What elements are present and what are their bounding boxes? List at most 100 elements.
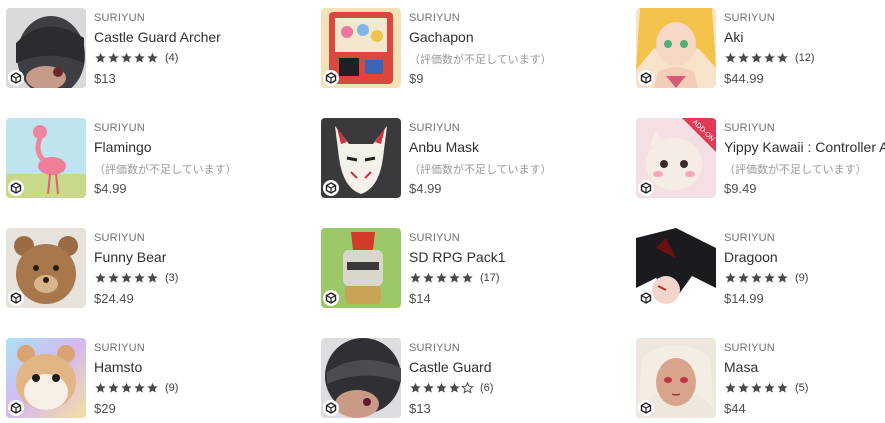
star-filled-icon [764, 52, 775, 63]
star-filled-icon [751, 382, 762, 393]
product-thumbnail[interactable] [636, 8, 716, 88]
star-filled-icon [751, 272, 762, 283]
product-title[interactable]: Funny Bear [94, 249, 166, 265]
star-filled-icon [108, 382, 119, 393]
product-title[interactable]: Gachapon [409, 29, 474, 45]
star-filled-icon [725, 382, 736, 393]
product-card-sd-rpg-pack1[interactable]: SURIYUN SD RPG Pack1 (17) $14 [321, 228, 621, 308]
product-thumbnail[interactable] [636, 228, 716, 308]
product-card-gachapon[interactable]: SURIYUN Gachapon （評価数が不足しています） $9 [321, 8, 621, 88]
rating: (5) [724, 381, 808, 395]
unity-logo-icon [8, 180, 24, 196]
product-card-hamsto[interactable]: SURIYUN Hamsto (9) $29 [6, 338, 306, 418]
star-filled-icon [436, 382, 447, 393]
star-outline-icon [461, 382, 474, 394]
rating-stars [94, 272, 159, 284]
publisher-name[interactable]: SURIYUN [724, 232, 775, 244]
product-thumbnail[interactable] [636, 338, 716, 418]
rating: (17) [409, 271, 500, 285]
rating-count: (9) [795, 272, 809, 284]
product-title[interactable]: SD RPG Pack1 [409, 249, 505, 265]
publisher-name[interactable]: SURIYUN [409, 122, 460, 134]
unity-logo-icon [323, 70, 339, 86]
product-title[interactable]: Hamsto [94, 359, 142, 375]
rating-stars [724, 382, 789, 394]
product-card-anbu-mask[interactable]: SURIYUN Anbu Mask （評価数が不足しています） $4.99 [321, 118, 621, 198]
unity-logo-icon [323, 400, 339, 416]
product-price: $13 [94, 71, 116, 86]
publisher-name[interactable]: SURIYUN [409, 12, 460, 24]
product-card-masa[interactable]: SURIYUN Masa (5) $44 [636, 338, 885, 418]
product-price: $4.99 [94, 181, 127, 196]
product-title[interactable]: Aki [724, 29, 743, 45]
rating-count: (4) [165, 52, 179, 64]
star-filled-icon [449, 382, 460, 393]
rating-stars [409, 272, 474, 284]
product-card-dragoon[interactable]: SURIYUN Dragoon (9) $14.99 [636, 228, 885, 308]
product-price: $29 [94, 401, 116, 416]
star-filled-icon [410, 272, 421, 283]
star-filled-icon [423, 272, 434, 283]
product-price: $13 [409, 401, 431, 416]
publisher-name[interactable]: SURIYUN [94, 342, 145, 354]
product-thumbnail[interactable] [321, 8, 401, 88]
star-filled-icon [423, 382, 434, 393]
rating-stars [94, 382, 159, 394]
product-thumbnail[interactable] [321, 338, 401, 418]
star-filled-icon [121, 382, 132, 393]
publisher-name[interactable]: SURIYUN [724, 342, 775, 354]
product-card-flamingo[interactable]: SURIYUN Flamingo （評価数が不足しています） $4.99 [6, 118, 306, 198]
rating: (4) [94, 51, 178, 65]
unity-logo-icon [638, 290, 654, 306]
product-thumbnail[interactable] [6, 8, 86, 88]
product-grid: SURIYUN Castle Guard Archer (4) $13 SURI… [0, 0, 885, 423]
rating-stars [724, 272, 789, 284]
product-title[interactable]: Castle Guard Archer [94, 29, 221, 45]
product-title[interactable]: Dragoon [724, 249, 778, 265]
publisher-name[interactable]: SURIYUN [94, 232, 145, 244]
star-filled-icon [725, 52, 736, 63]
product-price: $4.99 [409, 181, 442, 196]
product-card-castle-guard-archer[interactable]: SURIYUN Castle Guard Archer (4) $13 [6, 8, 306, 88]
publisher-name[interactable]: SURIYUN [724, 12, 775, 24]
star-filled-icon [462, 272, 473, 283]
product-thumbnail[interactable] [6, 118, 86, 198]
product-card-aki[interactable]: SURIYUN Aki (12) $44.99 [636, 8, 885, 88]
publisher-name[interactable]: SURIYUN [94, 122, 145, 134]
rating-stars [94, 52, 159, 64]
product-thumbnail[interactable] [321, 118, 401, 198]
product-card-funny-bear[interactable]: SURIYUN Funny Bear (3) $24.49 [6, 228, 306, 308]
rating: (12) [724, 51, 815, 65]
unity-logo-icon [638, 180, 654, 196]
publisher-name[interactable]: SURIYUN [724, 122, 775, 134]
product-thumbnail[interactable] [6, 228, 86, 308]
product-thumbnail[interactable] [6, 338, 86, 418]
star-filled-icon [95, 382, 106, 393]
publisher-name[interactable]: SURIYUN [409, 342, 460, 354]
star-filled-icon [95, 52, 106, 63]
product-title[interactable]: Flamingo [94, 139, 152, 155]
product-card-yippy-kawaii[interactable]: ADD-ON SURIYUN Yippy Kawaii : Controller… [636, 118, 885, 198]
unity-logo-icon [8, 70, 24, 86]
product-card-castle-guard[interactable]: SURIYUN Castle Guard (6) $13 [321, 338, 621, 418]
product-thumbnail[interactable] [321, 228, 401, 308]
star-filled-icon [738, 52, 749, 63]
publisher-name[interactable]: SURIYUN [94, 12, 145, 24]
product-thumbnail[interactable]: ADD-ON [636, 118, 716, 198]
product-title[interactable]: Castle Guard [409, 359, 491, 375]
star-filled-icon [147, 272, 158, 283]
not-enough-ratings: （評価数が不足しています） [409, 54, 552, 66]
not-enough-ratings: （評価数が不足しています） [409, 164, 552, 176]
product-title[interactable]: Masa [724, 359, 758, 375]
star-filled-icon [95, 272, 106, 283]
product-title[interactable]: Yippy Kawaii : Controller Add-on [724, 139, 885, 155]
star-filled-icon [449, 272, 460, 283]
rating-count: (5) [795, 382, 809, 394]
product-price: $9.49 [724, 181, 757, 196]
publisher-name[interactable]: SURIYUN [409, 232, 460, 244]
not-enough-ratings: （評価数が不足しています） [94, 164, 237, 176]
rating: (9) [724, 271, 808, 285]
product-title[interactable]: Anbu Mask [409, 139, 479, 155]
unity-logo-icon [323, 180, 339, 196]
not-enough-ratings: （評価数が不足しています） [724, 164, 867, 176]
